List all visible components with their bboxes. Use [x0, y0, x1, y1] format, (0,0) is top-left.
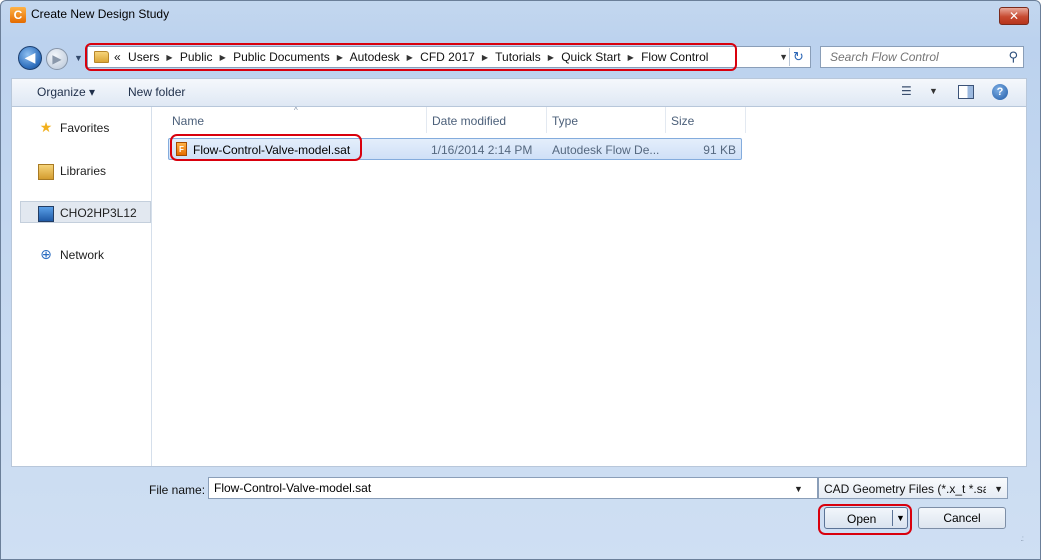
file-name-label: File name:: [149, 483, 206, 497]
help-icon[interactable]: ?: [992, 84, 1008, 100]
computer-icon: [38, 206, 54, 222]
forward-button[interactable]: ▶: [46, 48, 68, 70]
organize-button[interactable]: Organize ▾: [37, 85, 95, 99]
search-box[interactable]: ⚲: [820, 46, 1024, 68]
back-button[interactable]: ◀: [18, 46, 42, 70]
column-headers: ^ Name Date modified Type Size: [153, 106, 746, 133]
refresh-icon[interactable]: ↻: [789, 48, 807, 66]
column-header-name[interactable]: Name: [172, 114, 204, 128]
address-row: ◀ ▶ ▼ « Users ▶ Public ▶ Public Documents ▶…: [1, 43, 1040, 71]
recent-locations-dropdown[interactable]: ▼: [74, 53, 83, 63]
nav-label-network: Network: [60, 248, 105, 262]
column-divider[interactable]: [546, 107, 547, 133]
nav-label-libraries: Libraries: [60, 164, 107, 178]
column-header-size[interactable]: Size: [671, 114, 694, 128]
open-highlight-box: [818, 504, 912, 535]
cancel-button[interactable]: Cancel: [918, 507, 1006, 529]
search-icon[interactable]: ⚲: [1008, 49, 1018, 65]
file-type-filter-value: CAD Geometry Files (*.x_t *.sat: [824, 482, 986, 496]
file-size: 91 KB: [703, 143, 736, 157]
close-button[interactable]: ✕: [999, 7, 1029, 25]
column-header-date[interactable]: Date modified: [432, 114, 506, 128]
network-icon: ⊕: [40, 246, 52, 262]
nav-label-favorites: Favorites: [60, 121, 110, 135]
file-type-filter-select[interactable]: CAD Geometry Files (*.x_t *.sat ▼: [818, 477, 1008, 499]
window-title: Create New Design Study: [31, 7, 170, 21]
file-date: 1/16/2014 2:14 PM: [431, 143, 533, 157]
resize-grip-icon[interactable]: .:: [1021, 534, 1025, 543]
change-view-icon[interactable]: ☰: [901, 84, 913, 98]
file-name-input[interactable]: [208, 477, 818, 499]
autodesk-cfd-app-icon: C: [10, 7, 26, 23]
search-input[interactable]: [821, 47, 1001, 67]
nav-label-computer: CHO2HP3L12: [60, 206, 137, 220]
dialog-window: C Create New Design Study ✕ ◀ ▶ ▼ « User…: [0, 0, 1041, 560]
libraries-icon: [38, 164, 54, 180]
address-highlight-box: [85, 43, 737, 71]
column-divider[interactable]: [426, 107, 427, 133]
main-area: ★ Favorites Libraries CHO2HP3L12 ⊕ Netwo…: [11, 106, 1027, 467]
file-type: Autodesk Flow De...: [552, 143, 660, 157]
sort-ascending-icon: ^: [294, 106, 298, 115]
file-name-dropdown-icon[interactable]: ▼: [794, 484, 803, 494]
star-icon: ★: [39, 119, 53, 135]
chevron-down-icon: ▼: [994, 484, 1003, 494]
column-divider[interactable]: [745, 107, 746, 133]
view-options-dropdown-icon[interactable]: ▼: [929, 86, 938, 96]
column-divider[interactable]: [665, 107, 666, 133]
address-dropdown-icon[interactable]: ▼: [779, 52, 788, 62]
file-highlight-box: [170, 134, 362, 161]
preview-pane-icon[interactable]: [958, 85, 974, 99]
navigation-pane: ★ Favorites Libraries CHO2HP3L12 ⊕ Netwo…: [12, 107, 152, 466]
toolbar: Organize ▾ New folder ☰ ▼ ?: [11, 78, 1027, 106]
new-folder-button[interactable]: New folder: [128, 85, 185, 99]
column-header-type[interactable]: Type: [552, 114, 578, 128]
title-bar[interactable]: C Create New Design Study ✕: [1, 1, 1040, 25]
